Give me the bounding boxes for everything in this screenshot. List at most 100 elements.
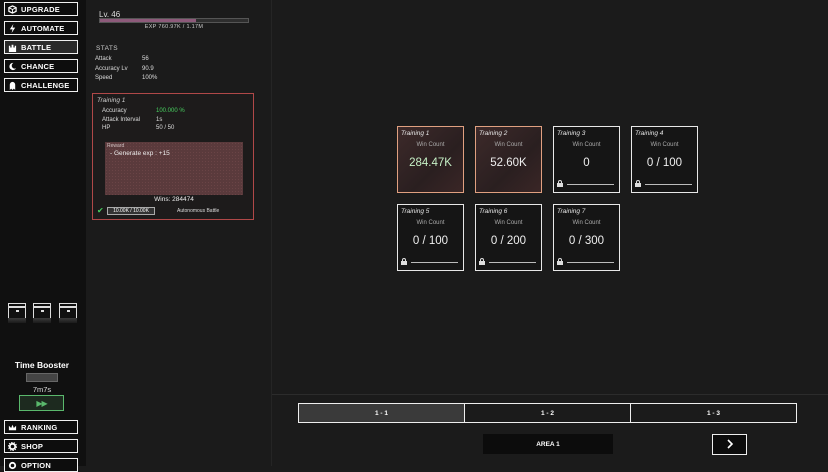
unlock-progress-bar [567, 261, 614, 263]
chevron-right-icon [725, 436, 735, 454]
unlock-progress-bar [411, 261, 458, 263]
time-booster-time: 7m7s [32, 385, 52, 394]
challenge-label: CHALLENGE [21, 80, 70, 90]
option-button[interactable]: OPTION [4, 458, 78, 472]
next-area-button[interactable] [712, 434, 747, 455]
tab-stage-1-2[interactable]: 1 - 2 [465, 404, 631, 422]
win-count-value: 284.47K [409, 157, 452, 169]
gear-icon [8, 461, 17, 470]
chest-shadow [59, 318, 77, 323]
reward-label: Reward [107, 143, 125, 149]
detail-value: 100.000 % [156, 108, 185, 114]
chest-icon[interactable] [8, 303, 26, 319]
win-count-value: 0 / 300 [568, 235, 605, 247]
win-count-label: Win Count [572, 142, 601, 148]
training-card-5[interactable]: Training 5 Win Count 0 / 100 [397, 204, 464, 271]
chest-shadow [8, 318, 26, 323]
win-count-label: Win Count [494, 220, 523, 226]
card-title: Training 6 [479, 208, 508, 215]
detail-label: Accuracy [102, 108, 127, 114]
card-title: Training 3 [557, 130, 586, 137]
tab-stage-1-3[interactable]: 1 - 3 [631, 404, 796, 422]
training-card-1[interactable]: Training 1 Win Count 284.47K [397, 126, 464, 193]
detail-title: Training 1 [97, 97, 126, 104]
detail-value: 1s [156, 117, 163, 123]
ghost-icon [8, 81, 17, 90]
win-count-value: 52.60K [490, 157, 527, 169]
area-label: AREA 1 [483, 434, 613, 454]
moon-icon [8, 62, 17, 71]
chance-label: CHANCE [21, 61, 55, 71]
stat-value: 56 [142, 56, 149, 62]
unlock-progress-bar [567, 183, 614, 185]
card-title: Training 1 [401, 130, 430, 137]
ranking-button[interactable]: RANKING [4, 420, 78, 434]
lock-icon [557, 180, 563, 187]
stat-value: 100% [142, 75, 158, 81]
reward-text: - Generate exp : +15 [110, 150, 170, 157]
card-title: Training 7 [557, 208, 586, 215]
detail-label: HP [102, 125, 111, 131]
exp-text: EXP 760.97K / 1.17M [144, 24, 204, 30]
upgrade-label: UPGRADE [21, 4, 60, 14]
card-title: Training 5 [401, 208, 430, 215]
area-divider [272, 394, 828, 395]
win-count-label: Win Count [572, 220, 601, 226]
cube-icon [8, 4, 17, 14]
shop-label: SHOP [21, 441, 44, 451]
exp-bar-fill [100, 19, 197, 22]
lock-icon [635, 180, 641, 187]
chest-icon[interactable] [33, 303, 51, 319]
time-booster-title: Time Booster [14, 360, 70, 370]
card-title: Training 2 [479, 130, 508, 137]
wins-count: Wins: 284474 [154, 196, 194, 203]
chest-icon[interactable] [59, 303, 77, 319]
ranking-label: RANKING [21, 422, 58, 432]
fast-forward-icon: ▶▶ [36, 398, 47, 408]
panel-divider [271, 0, 272, 466]
chest-shadow [33, 318, 51, 323]
chance-button[interactable]: CHANCE [4, 59, 78, 73]
auto-progress-text: 10.00K / 10.00K [113, 208, 149, 214]
stat-label: Speed [95, 75, 113, 81]
stat-label: Accuracy Lv [95, 66, 128, 72]
crown-icon [8, 423, 17, 432]
training-card-3[interactable]: Training 3 Win Count 0 [553, 126, 620, 193]
area-stage-tabs: 1 - 1 1 - 2 1 - 3 [298, 403, 797, 423]
training-card-2[interactable]: Training 2 Win Count 52.60K [475, 126, 542, 193]
battle-button[interactable]: BATTLE [4, 40, 78, 54]
win-count-label: Win Count [494, 142, 523, 148]
gear-icon [8, 441, 17, 451]
detail-value: 50 / 50 [156, 125, 175, 131]
lock-icon [557, 258, 563, 265]
detail-label: Attack Interval [102, 117, 141, 123]
fast-forward-button[interactable]: ▶▶ [19, 395, 64, 411]
unlock-progress-bar [645, 183, 692, 185]
lock-icon [479, 258, 485, 265]
tab-stage-1-1[interactable]: 1 - 1 [299, 404, 465, 422]
exp-bar [99, 18, 249, 23]
upgrade-button[interactable]: UPGRADE [4, 2, 78, 16]
shop-button[interactable]: SHOP [4, 439, 78, 453]
training-card-6[interactable]: Training 6 Win Count 0 / 200 [475, 204, 542, 271]
stats-heading: STATS [96, 45, 118, 52]
training-card-4[interactable]: Training 4 Win Count 0 / 100 [631, 126, 698, 193]
automate-label: AUTOMATE [21, 23, 65, 33]
training-card-7[interactable]: Training 7 Win Count 0 / 300 [553, 204, 620, 271]
win-count-label: Win Count [416, 142, 445, 148]
win-count-label: Win Count [416, 220, 445, 226]
option-label: OPTION [21, 460, 51, 470]
stat-value: 90.9 [142, 66, 154, 72]
check-icon[interactable]: ✔ [97, 206, 104, 215]
challenge-button[interactable]: CHALLENGE [4, 78, 78, 92]
win-count-value: 0 / 200 [490, 235, 527, 247]
unlock-progress-bar [489, 261, 536, 263]
castle-icon [8, 43, 17, 52]
stat-label: Attack [95, 56, 112, 62]
win-count-value: 0 / 100 [412, 235, 449, 247]
battle-label: BATTLE [21, 42, 52, 52]
automate-button[interactable]: AUTOMATE [4, 21, 78, 35]
win-count-value: 0 / 100 [646, 157, 683, 169]
time-booster-bar [26, 373, 58, 382]
lock-icon [401, 258, 407, 265]
